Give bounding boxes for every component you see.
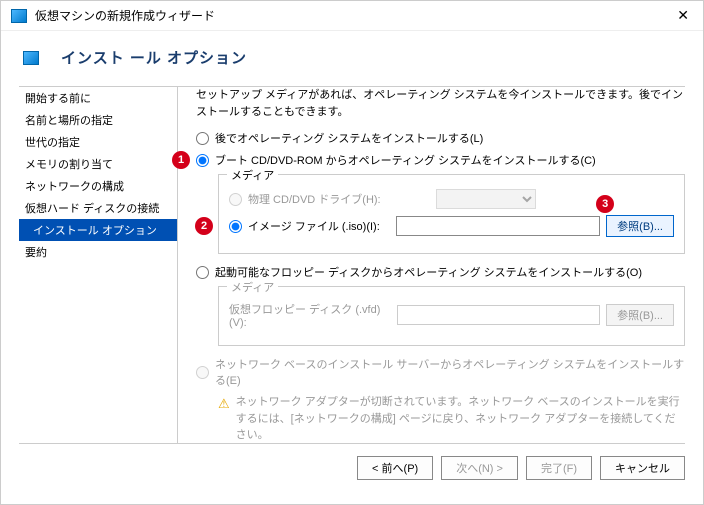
cancel-button[interactable]: キャンセル [600,456,685,480]
content: セットアップ メディアがあれば、オペレーティング システムを今インストールできま… [177,87,685,443]
image-file-row: 2 イメージ ファイル (.iso)(I): 3 参照(B)... [229,215,674,237]
radio-install-cd[interactable] [196,154,209,167]
titlebar: 仮想マシンの新規作成ウィザード ✕ [1,1,703,31]
sidebar-item-name-location[interactable]: 名前と場所の指定 [19,109,177,131]
sidebar-item-install-options[interactable]: インストール オプション [19,219,177,241]
media-legend-floppy: メディア [227,279,278,295]
option-install-network: ネットワーク ベースのインストール サーバーからオペレーティング システムをイン… [196,356,685,388]
select-physical-drive [436,189,536,209]
page-title: インスト ール オプション [61,47,247,68]
badge-2: 2 [195,217,213,235]
app-icon [11,9,27,23]
sidebar-item-before-begin[interactable]: 開始する前に [19,87,177,109]
label-physical-drive: 物理 CD/DVD ドライブ(H): [248,191,428,207]
radio-install-floppy[interactable] [196,266,209,279]
label-install-later: 後でオペレーティング システムをインストールする(L) [215,130,483,146]
window-title: 仮想マシンの新規作成ウィザード [35,7,673,24]
next-button: 次へ(N) > [441,456,518,480]
media-group-cd: メディア 物理 CD/DVD ドライブ(H): 2 イメージ ファイル (.is… [218,174,685,254]
option-install-floppy[interactable]: 起動可能なフロッピー ディスクからオペレーティング システムをインストールする(… [196,264,685,280]
badge-3: 3 [596,195,614,213]
label-install-network: ネットワーク ベースのインストール サーバーからオペレーティング システムをイン… [215,356,685,388]
label-install-cd: ブート CD/DVD-ROM からオペレーティング システムをインストールする(… [215,152,596,168]
radio-physical-drive [229,193,242,206]
input-iso-path[interactable] [396,216,600,236]
sidebar-item-summary[interactable]: 要約 [19,241,177,263]
wizard-icon [23,51,39,65]
radio-image-file[interactable] [229,220,242,233]
option-install-later[interactable]: 後でオペレーティング システムをインストールする(L) [196,130,685,146]
finish-button: 完了(F) [526,456,592,480]
sidebar-item-vhd[interactable]: 仮想ハード ディスクの接続 [19,197,177,219]
page-header: インスト ール オプション [1,31,703,86]
prev-button[interactable]: < 前へ(P) [357,456,433,480]
badge-1: 1 [172,151,190,169]
close-icon[interactable]: ✕ [673,7,693,24]
label-vfd: 仮想フロッピー ディスク (.vfd)(V): [229,301,389,329]
radio-install-network [196,366,209,379]
warning-icon: ⚠ [218,394,230,414]
media-group-floppy: メディア 仮想フロッピー ディスク (.vfd)(V): 参照(B)... [218,286,685,346]
warning-text: ネットワーク アダプターが切断されています。ネットワーク ベースのインストールを… [236,394,685,444]
radio-install-later[interactable] [196,132,209,145]
label-install-floppy: 起動可能なフロッピー ディスクからオペレーティング システムをインストールする(… [215,264,642,280]
sidebar-item-generation[interactable]: 世代の指定 [19,131,177,153]
sidebar-item-memory[interactable]: メモリの割り当て [19,153,177,175]
vfd-row: 仮想フロッピー ディスク (.vfd)(V): 参照(B)... [229,301,674,329]
network-warning: ⚠ ネットワーク アダプターが切断されています。ネットワーク ベースのインストー… [218,394,685,444]
browse-iso-button[interactable]: 参照(B)... [606,215,674,237]
footer: < 前へ(P) 次へ(N) > 完了(F) キャンセル [1,444,703,492]
sidebar: 開始する前に 名前と場所の指定 世代の指定 メモリの割り当て ネットワークの構成… [19,87,177,443]
intro-text: セットアップ メディアがあれば、オペレーティング システムを今インストールできま… [196,87,685,120]
option-install-cd[interactable]: 1 ブート CD/DVD-ROM からオペレーティング システムをインストールす… [196,152,685,168]
label-image-file: イメージ ファイル (.iso)(I): [248,218,388,234]
media-legend-cd: メディア [227,167,278,183]
sidebar-item-network[interactable]: ネットワークの構成 [19,175,177,197]
browse-vfd-button: 参照(B)... [606,304,674,326]
input-vfd-path [397,305,600,325]
